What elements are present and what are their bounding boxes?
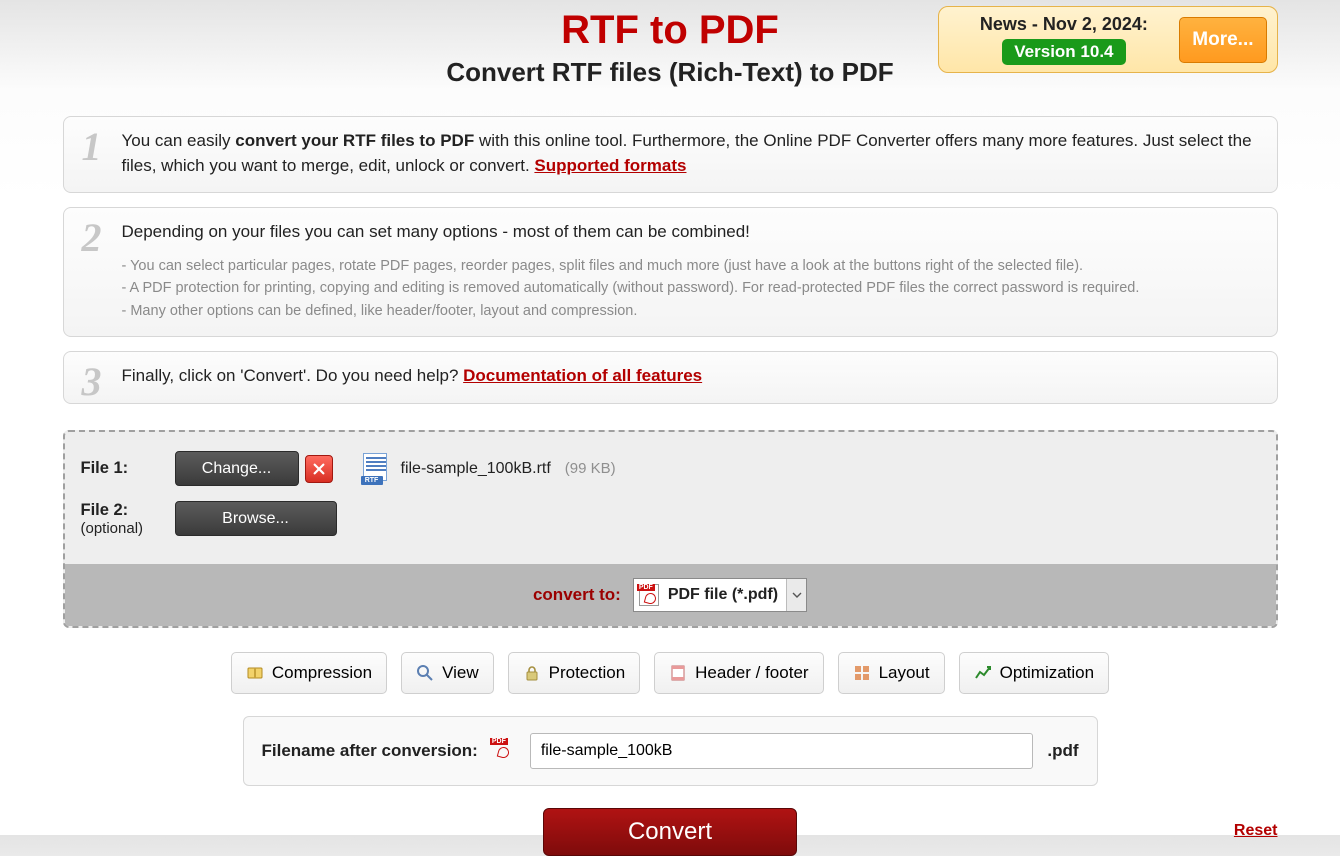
convert-to-value: PDF file (*.pdf) bbox=[664, 579, 786, 611]
step2-card: 2 Depending on your files you can set ma… bbox=[63, 207, 1278, 337]
close-icon bbox=[312, 461, 326, 477]
filename-label: Filename after conversion: bbox=[262, 741, 478, 761]
rtf-file-icon: RTF bbox=[361, 453, 389, 485]
step-number-3: 3 bbox=[82, 358, 102, 405]
step-number-1: 1 bbox=[82, 123, 102, 170]
view-label: View bbox=[442, 663, 479, 683]
protection-button[interactable]: Protection bbox=[508, 652, 641, 694]
step2-bullet-1: - You can select particular pages, rotat… bbox=[122, 255, 1259, 277]
step2-bullet-3: - Many other options can be defined, lik… bbox=[122, 300, 1259, 322]
compression-icon bbox=[246, 664, 264, 682]
convert-to-label: convert to: bbox=[533, 585, 621, 605]
reset-link[interactable]: Reset bbox=[1234, 822, 1278, 840]
step-number-2: 2 bbox=[82, 214, 102, 261]
file2-label: File 2: bbox=[81, 501, 129, 519]
magnifier-icon bbox=[416, 664, 434, 682]
step1-card: 1 You can easily convert your RTF files … bbox=[63, 116, 1278, 193]
compression-button[interactable]: Compression bbox=[231, 652, 387, 694]
step1-text-bold: convert your RTF files to PDF bbox=[235, 131, 474, 150]
change-button[interactable]: Change... bbox=[175, 451, 299, 486]
layout-button[interactable]: Layout bbox=[838, 652, 945, 694]
pdf-icon: PDF bbox=[492, 738, 516, 764]
header-footer-label: Header / footer bbox=[695, 663, 808, 683]
lock-icon bbox=[523, 664, 541, 682]
optimization-button[interactable]: Optimization bbox=[959, 652, 1109, 694]
view-button[interactable]: View bbox=[401, 652, 494, 694]
layout-icon bbox=[853, 664, 871, 682]
news-title: News - Nov 2, 2024: bbox=[949, 14, 1180, 35]
step3-text-pre: Finally, click on 'Convert'. Do you need… bbox=[122, 366, 464, 385]
optimization-icon bbox=[974, 664, 992, 682]
remove-file-button[interactable] bbox=[305, 455, 333, 483]
convert-button[interactable]: Convert bbox=[543, 808, 797, 856]
version-badge: Version 10.4 bbox=[1002, 39, 1125, 65]
file-row-1: File 1: Change... RTF file-sample_100kB.… bbox=[81, 450, 1260, 488]
chevron-down-icon[interactable] bbox=[786, 579, 806, 611]
pdf-icon: PDF bbox=[634, 584, 664, 606]
step1-text-pre: You can easily bbox=[122, 131, 236, 150]
compression-label: Compression bbox=[272, 663, 372, 683]
protection-label: Protection bbox=[549, 663, 626, 683]
options-row: Compression View Protection Header / foo… bbox=[63, 652, 1278, 694]
filename-box: Filename after conversion: PDF .pdf bbox=[243, 716, 1098, 786]
filename-ext: .pdf bbox=[1047, 741, 1078, 761]
browse-button[interactable]: Browse... bbox=[175, 501, 337, 536]
convert-to-bar: convert to: PDF PDF file (*.pdf) bbox=[65, 564, 1276, 626]
news-box: News - Nov 2, 2024: Version 10.4 More... bbox=[938, 6, 1278, 73]
step3-card: 3 Finally, click on 'Convert'. Do you ne… bbox=[63, 351, 1278, 404]
step2-main: Depending on your files you can set many… bbox=[122, 220, 1259, 245]
step2-bullet-2: - A PDF protection for printing, copying… bbox=[122, 277, 1259, 299]
convert-to-select[interactable]: PDF PDF file (*.pdf) bbox=[633, 578, 807, 612]
file1-name: file-sample_100kB.rtf bbox=[401, 460, 551, 478]
file1-label: File 1: bbox=[81, 459, 175, 478]
header-footer-icon bbox=[669, 664, 687, 682]
optimization-label: Optimization bbox=[1000, 663, 1094, 683]
header-footer-button[interactable]: Header / footer bbox=[654, 652, 823, 694]
more-button[interactable]: More... bbox=[1179, 17, 1266, 63]
supported-formats-link[interactable]: Supported formats bbox=[534, 156, 686, 175]
documentation-link[interactable]: Documentation of all features bbox=[463, 366, 702, 385]
file-row-2: File 2: (optional) Browse... bbox=[81, 500, 1260, 538]
file2-optional: (optional) bbox=[81, 520, 175, 537]
filename-input[interactable] bbox=[530, 733, 1034, 769]
layout-label: Layout bbox=[879, 663, 930, 683]
upload-area: File 1: Change... RTF file-sample_100kB.… bbox=[63, 430, 1278, 628]
file1-size: (99 KB) bbox=[565, 460, 616, 477]
